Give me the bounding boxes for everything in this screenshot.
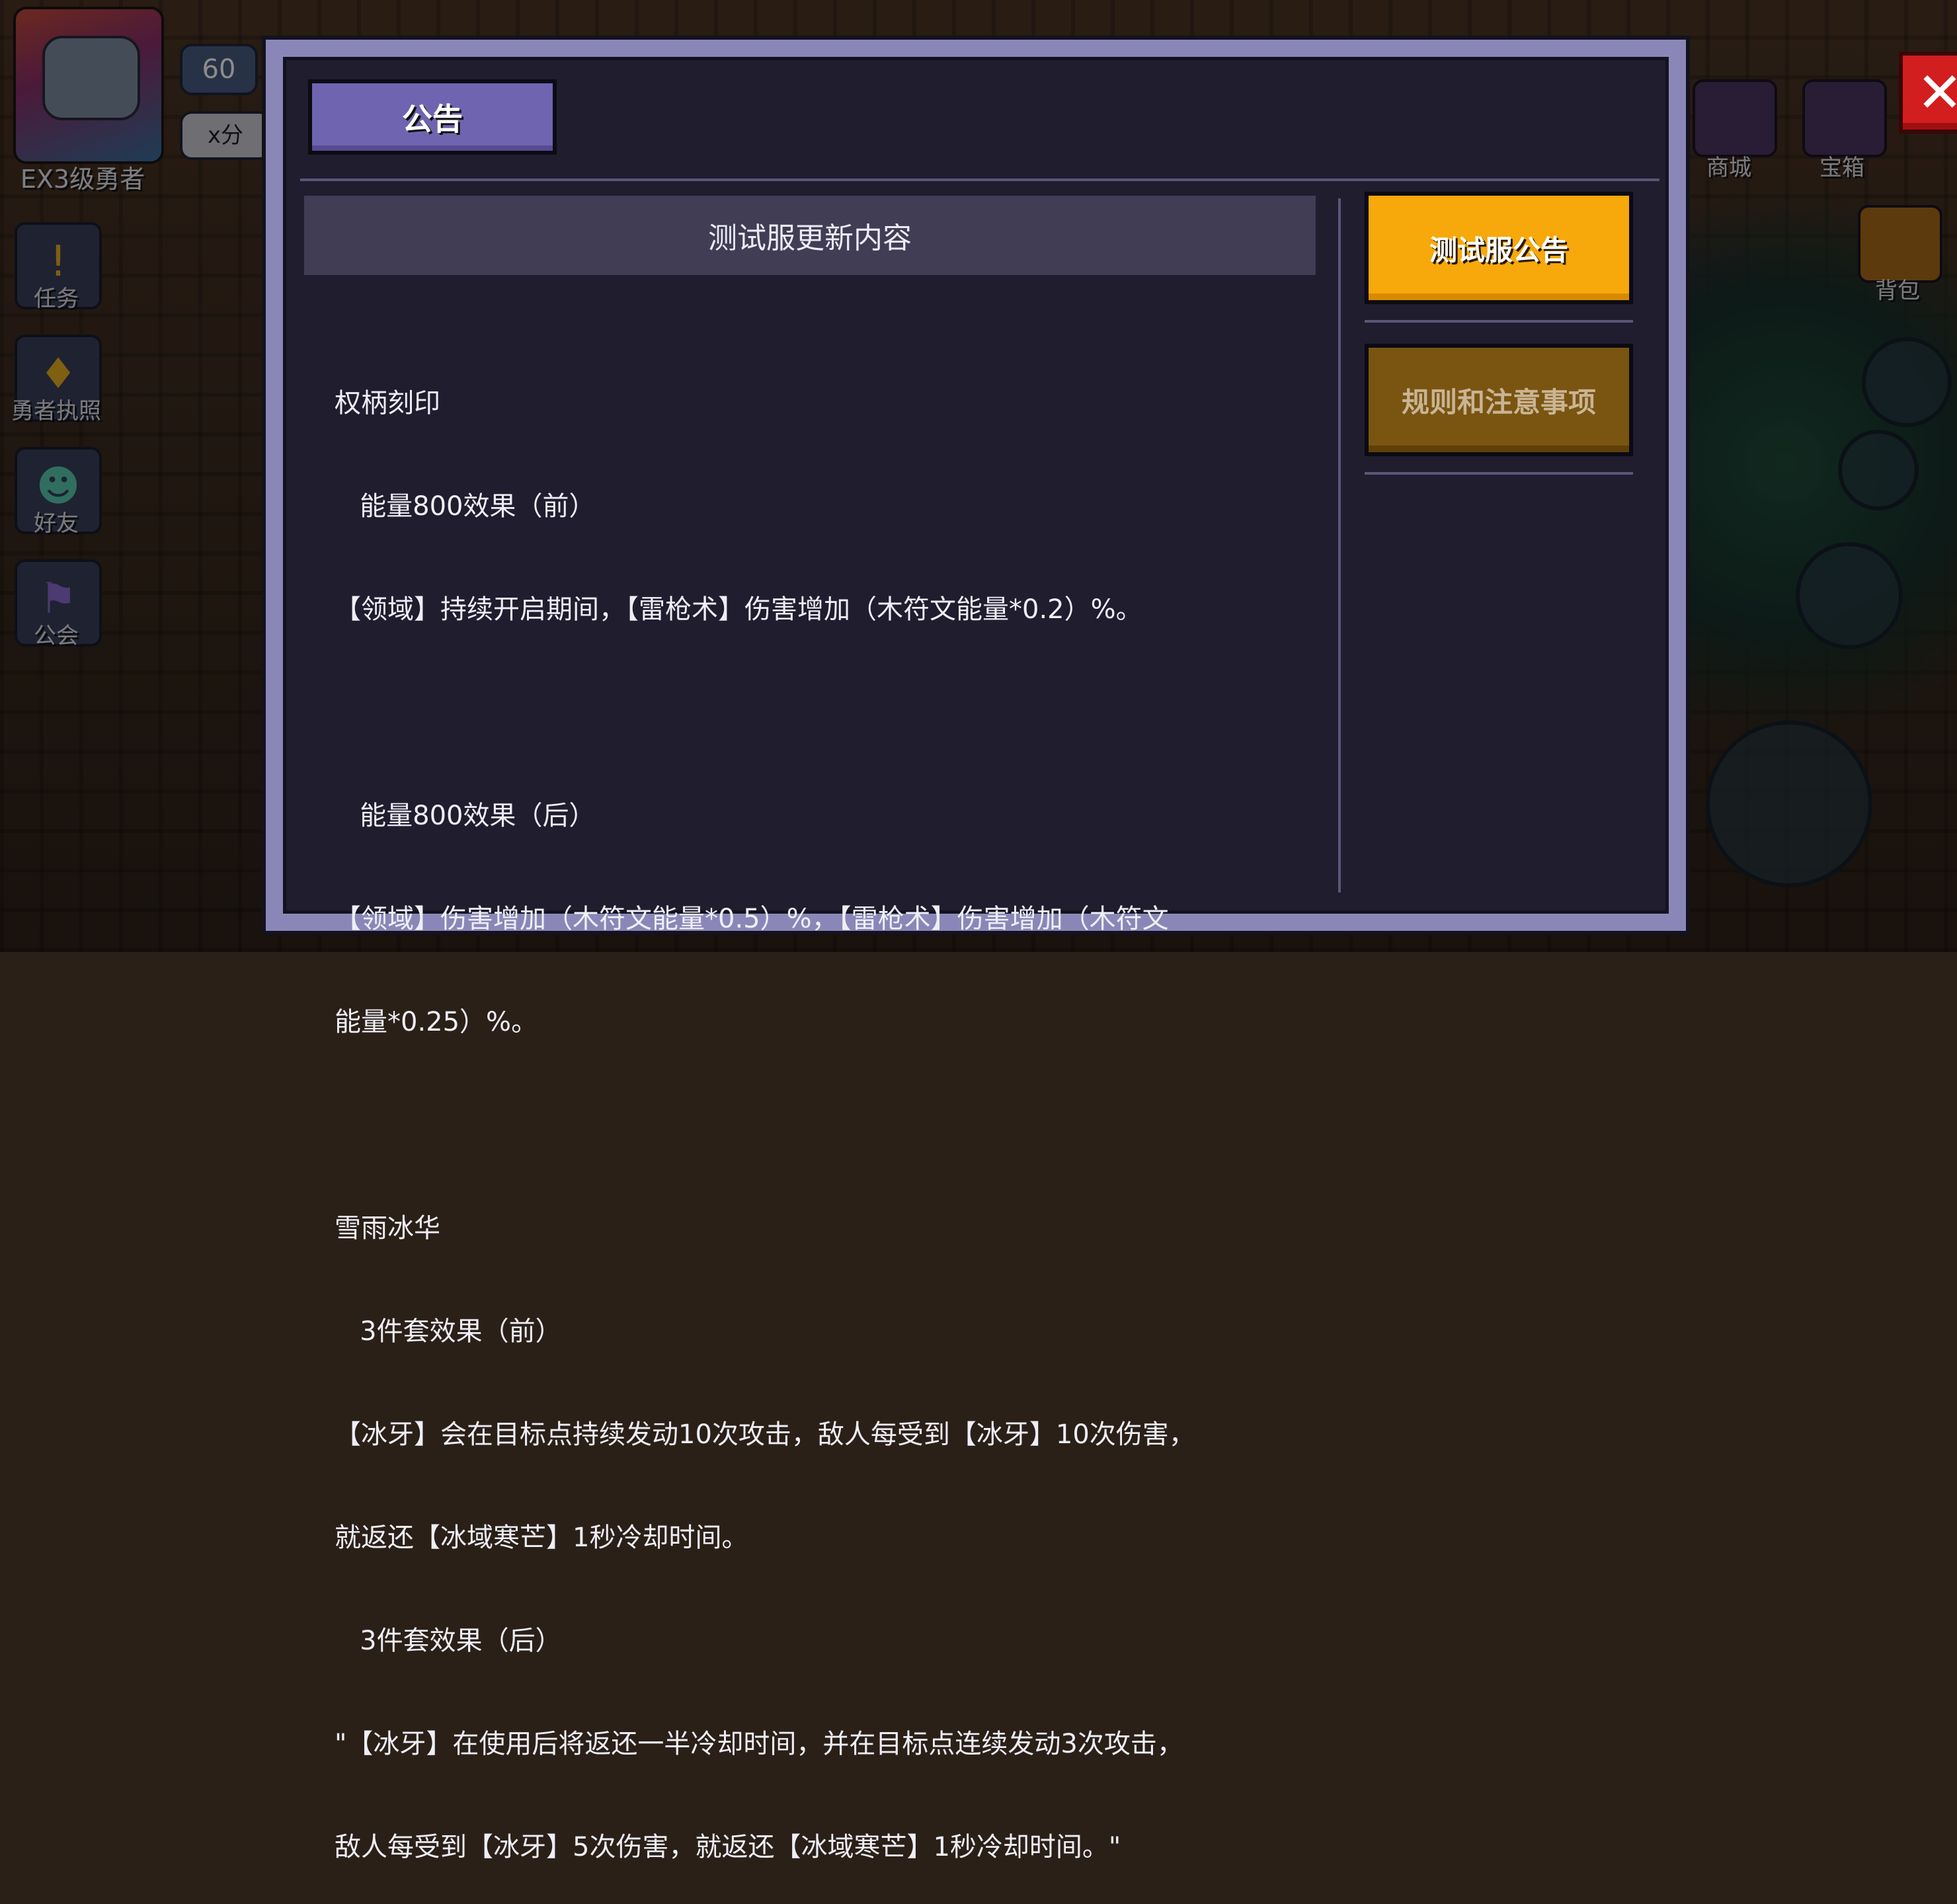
announcement-dialog: 公告 测试服更新内容 权柄刻印 能量800效果（前） 【领域】持续开启期间，【雷… [262, 36, 1957, 1862]
menu-separator [1365, 472, 1633, 475]
content-line: 【领域】持续开启期间，【雷枪术】伤害增加（木符文能量*0.2）%。 [335, 594, 1142, 625]
tab-divider [300, 178, 1659, 181]
close-icon: ✕ [1916, 60, 1957, 125]
content-gap [335, 695, 1300, 730]
content-line: 雪雨冰华 [335, 1213, 440, 1244]
menu-separator [1365, 320, 1633, 323]
content-title: 测试服更新内容 [304, 196, 1316, 275]
content-gap [335, 1108, 1300, 1142]
content-line: 能量*0.25）%。 [335, 1007, 538, 1037]
column-divider [1338, 198, 1341, 892]
content-line: 能量800效果（后） [335, 801, 596, 831]
content-line: 【冰牙】会在目标点持续发动10次攻击，敌人每受到【冰牙】10次伤害， [335, 1419, 1195, 1450]
announcement-text: 权柄刻印 能量800效果（前） 【领域】持续开启期间，【雷枪术】伤害增加（木符文… [335, 317, 1300, 1904]
content-line: 敌人每受到【冰牙】5次伤害，就返还【冰域寒芒】1秒冷却时间。" [335, 1832, 1121, 1862]
content-line: 能量800效果（前） [335, 491, 596, 522]
content-line: 权柄刻印 [335, 388, 440, 418]
content-line: "【冰牙】在使用后将返还一半冷却时间，并在目标点连续发动3次攻击， [335, 1729, 1183, 1759]
rules-notes-button[interactable]: 规则和注意事项 [1365, 344, 1633, 456]
test-server-notice-button[interactable]: 测试服公告 [1365, 192, 1633, 304]
close-button[interactable]: ✕ [1899, 52, 1957, 134]
content-line: 3件套效果（后） [335, 1626, 562, 1656]
content-line: 3件套效果（前） [335, 1316, 562, 1347]
tab-announcement[interactable]: 公告 [308, 79, 557, 155]
content-line: 【领域】伤害增加（木符文能量*0.5）%，【雷枪术】伤害增加（木符文 [335, 904, 1169, 934]
content-line: 就返还【冰域寒芒】1秒冷却时间。 [335, 1523, 748, 1553]
